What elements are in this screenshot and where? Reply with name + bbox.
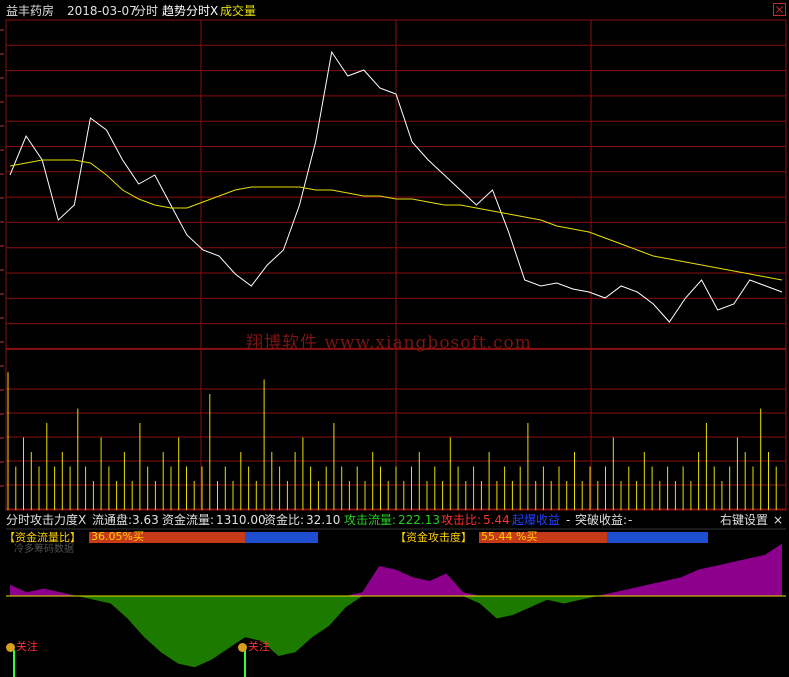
chart-date: 2018-03-07 xyxy=(67,4,137,18)
coin-icon xyxy=(238,642,247,652)
attack-flow-label: 攻击流量: xyxy=(344,513,397,527)
ratio-value: 32.10 xyxy=(306,513,341,527)
close-button[interactable]: × xyxy=(773,511,783,529)
float-value: 3.63 xyxy=(132,513,159,527)
break-value: - xyxy=(628,513,633,527)
flow-value: 1310.00 xyxy=(216,513,266,527)
fund-attack-label: 【资金攻击度】 xyxy=(395,531,472,544)
trend-indicator-label[interactable]: 趋势分时X xyxy=(162,2,218,20)
ratio-label: 资金比: xyxy=(264,513,305,527)
fund-flow-value: 36.05%买 xyxy=(91,530,144,543)
flow-label: 资金流量: xyxy=(162,513,215,527)
close-icon[interactable] xyxy=(773,3,786,16)
attack-negative-area xyxy=(10,596,782,668)
surge-value: - xyxy=(566,513,571,527)
attack-positive-area xyxy=(10,543,782,596)
volume-label[interactable]: 成交量 xyxy=(220,2,256,20)
attack-ratio-value: 5.44 xyxy=(483,513,510,527)
attention-marker-2[interactable]: 关注 xyxy=(238,638,270,654)
attack-flow-value: 222.13 xyxy=(398,513,440,527)
fund-attack-value: 55.44 %买 xyxy=(481,530,538,543)
marker-label: 关注 xyxy=(16,640,38,653)
marker-label: 关注 xyxy=(248,640,270,653)
float-label: 流通盘: xyxy=(92,513,133,527)
fund-flow-bar: 36.05%买 xyxy=(89,530,318,543)
chart-mode: 分时 xyxy=(134,4,159,18)
indicator-name[interactable]: 分时攻击力度X xyxy=(6,511,86,529)
hidden-data-label: 冷多筹码数据 xyxy=(14,544,74,555)
attack-ratio-label: 攻击比: xyxy=(441,513,482,527)
fund-attack-bar: 55.44 %买 xyxy=(479,530,708,543)
watermark: 翔博软件 www.xiangbosoft.com xyxy=(246,333,532,353)
break-label: 突破收益: xyxy=(575,513,628,527)
settings-button[interactable]: 右键设置 xyxy=(720,511,768,529)
coin-icon xyxy=(6,642,15,652)
surge-label: 起爆收益 xyxy=(512,513,561,527)
attention-marker-1[interactable]: 关注 xyxy=(6,638,38,654)
stock-name: 益丰药房 xyxy=(6,4,55,18)
